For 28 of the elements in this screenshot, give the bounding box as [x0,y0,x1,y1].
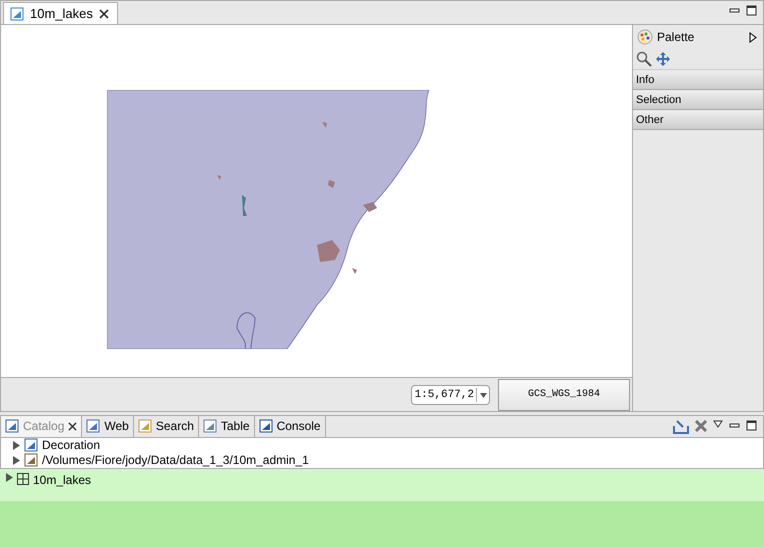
catalog-item[interactable]: /Volumes/Fiore/jody/Data/data_1_3/10m_admin_1 [42,453,309,468]
close-icon[interactable] [98,8,109,18]
move-icon[interactable] [656,52,670,66]
palette-drawer[interactable]: Other [633,111,763,130]
grid-icon [17,473,29,485]
search-icon[interactable] [636,51,652,67]
editor-tab[interactable]: 10m_lakes [3,2,118,24]
view-tab[interactable]: Console [254,416,326,437]
import-icon[interactable] [673,420,689,434]
delete-icon[interactable] [695,420,707,432]
crs-button[interactable]: GCS_WGS_1984 [498,378,630,410]
expand-arrow-icon[interactable] [13,440,20,450]
palette-icon [637,29,653,45]
palette-title: Palette [657,30,696,44]
palette-drawer[interactable]: Info [633,71,763,90]
map-icon [10,6,24,20]
layer-item[interactable]: 10m_lakes [33,473,92,487]
maximize-icon[interactable] [746,420,757,431]
expand-arrow-icon[interactable] [6,473,13,482]
close-icon[interactable] [68,422,78,431]
dropdown-arrow-icon[interactable] [476,388,489,402]
maximize-icon[interactable] [746,5,757,16]
scale-combo[interactable]: 1:5,677,2 [410,384,490,404]
view-menu-icon[interactable] [713,420,723,428]
palette-drawer[interactable]: Selection [633,91,763,110]
expand-arrow-icon[interactable] [13,456,20,465]
expand-arrow-icon[interactable] [749,32,757,42]
catalog-item[interactable]: Decoration [42,438,100,452]
